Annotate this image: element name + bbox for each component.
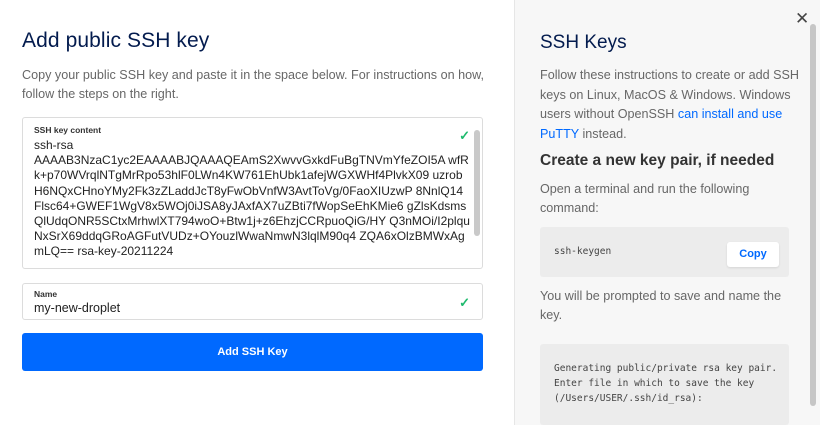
ssh-key-content-label: SSH key content <box>34 125 102 135</box>
name-field[interactable]: Name my-new-droplet ✓ <box>22 283 483 320</box>
check-icon: ✓ <box>459 295 470 310</box>
help-intro: Follow these instructions to create or a… <box>540 66 802 144</box>
command-text: ssh-keygen <box>554 246 612 257</box>
close-icon[interactable]: ✕ <box>795 9 809 29</box>
add-ssh-key-panel: Add public SSH key Copy your public SSH … <box>0 0 514 425</box>
ssh-key-content-input[interactable]: ssh-rsa AAAAB3NzaC1yc2EAAAABJQAAAQEAmS2X… <box>34 138 470 260</box>
textarea-scrollbar[interactable] <box>474 130 480 236</box>
help-intro-tail: instead. <box>578 126 627 141</box>
name-label: Name <box>34 289 58 299</box>
output-code-block: Generating public/private rsa key pair. … <box>540 344 789 425</box>
copy-button[interactable]: Copy <box>727 242 779 267</box>
help-step1: Open a terminal and run the following co… <box>540 182 750 215</box>
add-ssh-key-button[interactable]: Add SSH Key <box>22 333 483 371</box>
name-input[interactable]: my-new-droplet <box>34 301 120 315</box>
output-text: Generating public/private rsa key pair. … <box>554 363 778 404</box>
help-title: SSH Keys <box>540 32 627 53</box>
check-icon: ✓ <box>459 128 470 143</box>
help-step2: You will be prompted to save and name th… <box>540 289 782 322</box>
page-title: Add public SSH key <box>22 29 210 52</box>
ssh-key-content-field[interactable]: SSH key content ssh-rsa AAAAB3NzaC1yc2EA… <box>22 117 483 269</box>
help-scrollbar[interactable] <box>810 24 816 406</box>
help-subtitle: Create a new key pair, if needed <box>540 152 775 169</box>
intro-text: Copy your public SSH key and paste it in… <box>22 68 485 101</box>
